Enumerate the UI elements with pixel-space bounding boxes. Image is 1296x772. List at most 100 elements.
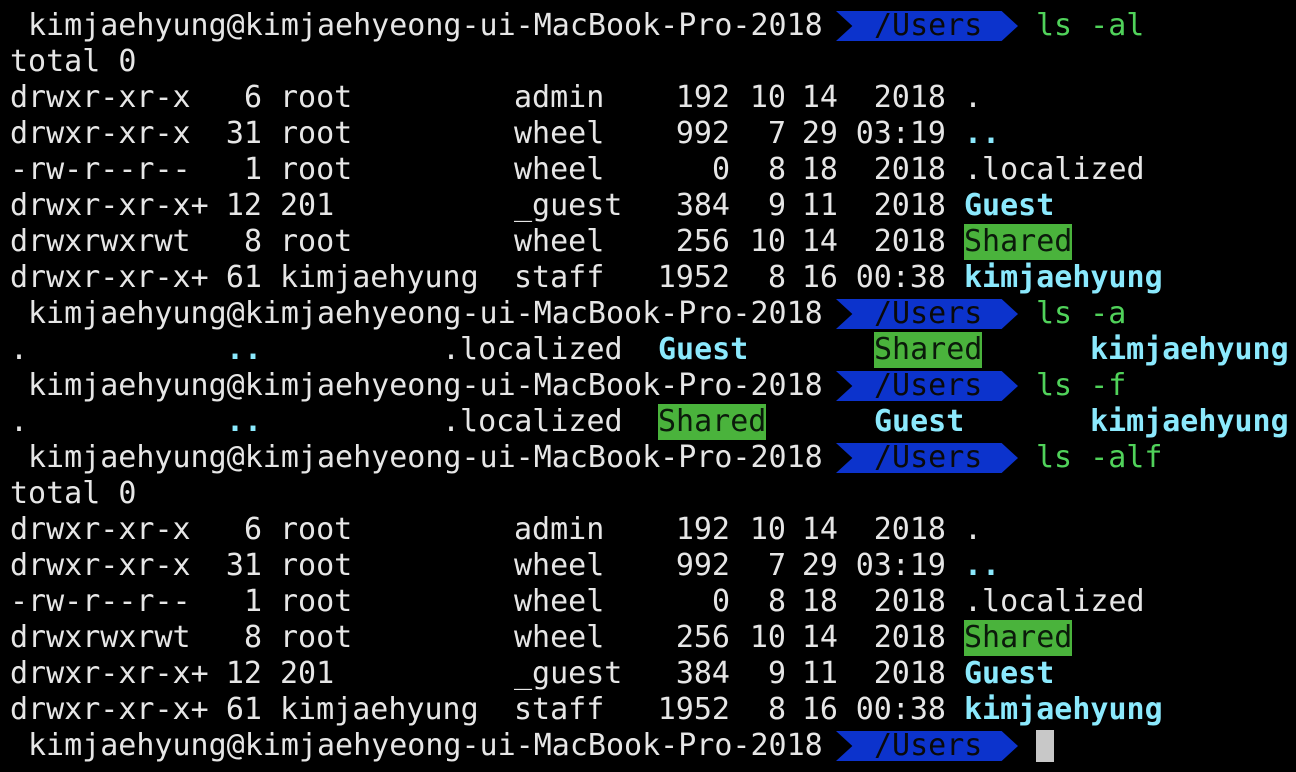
time-or-year: 00:38 (855, 260, 946, 295)
month: 8 (767, 584, 786, 619)
file-name[interactable]: .. (226, 404, 262, 440)
permissions: drwxr-xr-x (10, 548, 191, 583)
listing-row: drwxr-xr-x+ 61 kimjaehyung staff 1952 8 16 00:3… (0, 260, 1296, 296)
file-size: 992 (675, 116, 730, 151)
day: 11 (801, 188, 838, 223)
listing-columns: ... .localized Guest Shared kimjaehyung (0, 332, 1296, 368)
group: _guest (514, 188, 623, 223)
time-or-year: 2018 (873, 80, 946, 115)
time-or-year: 03:19 (855, 116, 946, 151)
terminal-window[interactable]: kimjaehyung@kimjaehyeong-ui-MacBook-Pro-… (0, 0, 1296, 772)
file-size: 192 (675, 80, 730, 115)
file-name[interactable]: .. (964, 116, 1000, 152)
listing-row: drwxr-xr-x 6 root admin 192 10 14 2018. (0, 512, 1296, 548)
total-count: total 0 (10, 44, 137, 79)
permissions: drwxrwxrwt (10, 224, 191, 259)
link-count: 12 (225, 188, 262, 223)
prompt-user-host: kimjaehyung@kimjaehyeong-ui-MacBook-Pro-… (28, 440, 823, 475)
terminal-cursor[interactable] (1036, 730, 1054, 762)
file-name[interactable]: Guest (964, 656, 1054, 692)
file-name[interactable]: Shared (964, 620, 1073, 656)
day: 29 (801, 548, 838, 583)
listing-row: drwxr-xr-x+ 12 201 _guest 384 9 11 2018 Guest (0, 188, 1296, 224)
time-or-year: 2018 (873, 512, 946, 547)
owner: root (280, 512, 353, 547)
owner: root (280, 80, 353, 115)
month: 10 (749, 224, 786, 259)
total-count: total 0 (10, 476, 137, 511)
file-name[interactable]: Shared (874, 332, 983, 368)
file-name[interactable]: kimjaehyung (964, 260, 1163, 296)
group: _guest (514, 656, 623, 691)
file-size: 384 (675, 656, 730, 691)
path-label: /Users (874, 8, 983, 43)
group: staff (514, 692, 605, 727)
link-count: 6 (243, 80, 262, 115)
owner: root (280, 152, 353, 187)
owner: root (280, 224, 353, 259)
month: 7 (767, 548, 786, 583)
month: 7 (767, 116, 786, 151)
file-name[interactable]: Shared (658, 404, 767, 440)
file-size: 256 (675, 224, 730, 259)
listing-row: drwxrwxrwt 8 root wheel 256 10 14 2018 Shared (0, 224, 1296, 260)
day: 14 (801, 512, 838, 547)
listing-row: drwxr-xr-x+ 12 201 _guest 384 9 11 2018 Guest (0, 656, 1296, 692)
link-count: 61 (225, 692, 262, 727)
link-count: 31 (225, 548, 262, 583)
time-or-year: 2018 (873, 152, 946, 187)
file-name[interactable]: . (10, 404, 28, 440)
file-name[interactable]: Guest (874, 404, 964, 440)
file-name[interactable]: .localized (964, 152, 1145, 188)
command-text: ls -al (1036, 8, 1145, 43)
month: 8 (767, 692, 786, 727)
file-name[interactable]: . (10, 332, 28, 368)
day: 11 (801, 656, 838, 691)
file-size: 0 (711, 152, 730, 187)
time-or-year: 03:19 (855, 548, 946, 583)
file-name[interactable]: .. (964, 548, 1000, 584)
group: wheel (514, 116, 605, 151)
day: 16 (801, 692, 838, 727)
file-name[interactable]: .. (226, 332, 262, 368)
path-label: /Users (874, 368, 983, 403)
file-size: 384 (675, 188, 730, 223)
owner: kimjaehyung (280, 692, 479, 727)
prompt-line: kimjaehyung@kimjaehyeong-ui-MacBook-Pro-… (0, 368, 1296, 404)
group: admin (514, 80, 605, 115)
prompt-user-host: kimjaehyung@kimjaehyeong-ui-MacBook-Pro-… (28, 8, 823, 43)
prompt-line: kimjaehyung@kimjaehyeong-ui-MacBook-Pro-… (0, 8, 1296, 44)
file-size: 0 (711, 584, 730, 619)
group: wheel (514, 548, 605, 583)
owner: root (280, 548, 353, 583)
link-count: 6 (243, 512, 262, 547)
file-name[interactable]: Shared (964, 224, 1073, 260)
file-name[interactable]: Guest (964, 188, 1054, 224)
link-count: 31 (225, 116, 262, 151)
file-name[interactable]: . (964, 80, 982, 116)
prompt-line: kimjaehyung@kimjaehyeong-ui-MacBook-Pro-… (0, 296, 1296, 332)
file-name[interactable]: kimjaehyung (1090, 332, 1289, 368)
prompt-user-host: kimjaehyung@kimjaehyeong-ui-MacBook-Pro-… (28, 728, 823, 763)
path-label: /Users (874, 728, 983, 763)
file-name[interactable]: .localized (442, 404, 623, 440)
file-name[interactable]: .localized (964, 584, 1145, 620)
listing-columns: ... .localized Shared Guest kimjaehyung (0, 404, 1296, 440)
listing-row: drwxr-xr-x 31 root wheel 992 7 29 03:19.. (0, 548, 1296, 584)
owner: root (280, 620, 353, 655)
day: 16 (801, 260, 838, 295)
path-label: /Users (874, 440, 983, 475)
link-count: 61 (225, 260, 262, 295)
file-name[interactable]: kimjaehyung (1090, 404, 1289, 440)
file-name[interactable]: Guest (658, 332, 748, 368)
file-name[interactable]: . (964, 512, 982, 548)
listing-row: drwxrwxrwt 8 root wheel 256 10 14 2018 Shared (0, 620, 1296, 656)
file-name[interactable]: .localized (442, 332, 623, 368)
time-or-year: 2018 (873, 620, 946, 655)
permissions: drwxrwxrwt (10, 620, 191, 655)
month: 9 (767, 188, 786, 223)
group: wheel (514, 224, 605, 259)
file-name[interactable]: kimjaehyung (964, 692, 1163, 728)
prompt-line: kimjaehyung@kimjaehyeong-ui-MacBook-Pro-… (0, 440, 1296, 476)
permissions: drwxr-xr-x+ (10, 260, 209, 295)
